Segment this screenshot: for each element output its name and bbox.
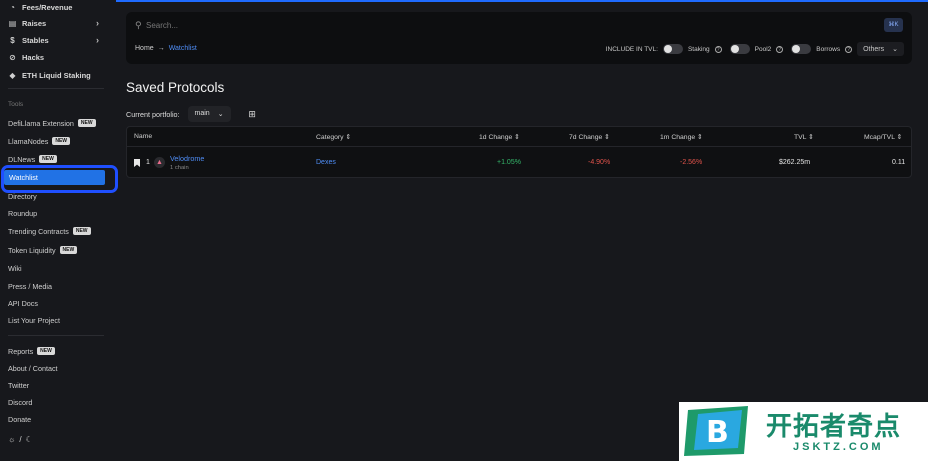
sidebar-item-llamanodes[interactable]: LlamaNodes NEW — [8, 135, 71, 147]
portfolio-row: Current portfolio: main ⌄ ⊞ — [126, 106, 260, 122]
sidebar-item-twitter[interactable]: Twitter — [8, 379, 29, 391]
theme-toggle[interactable]: ☼ / ☾ — [8, 433, 33, 445]
breadcrumb-current: Watchlist — [168, 45, 197, 52]
new-badge: NEW — [37, 347, 55, 355]
column-header-tvl[interactable]: TVL ⇕ — [794, 133, 814, 141]
protocol-logo-icon: ▲ — [154, 157, 165, 168]
chevron-right-icon: › — [96, 35, 99, 45]
tools-section-label: Tools — [8, 101, 24, 108]
new-badge: NEW — [52, 137, 71, 145]
table-row[interactable]: 1 ▲ Velodrome 1 chain Dexes +1.05% -4.90… — [127, 151, 911, 177]
change-1d: +1.05% — [497, 159, 521, 166]
new-badge: NEW — [39, 155, 57, 163]
new-badge: NEW — [77, 119, 96, 127]
sidebar-item-list-your-project[interactable]: List Your Project — [8, 314, 60, 326]
sidebar-item-eth-liquid-staking[interactable]: ◆ ETH Liquid Staking — [8, 69, 90, 81]
column-header-mcap-tvl[interactable]: Mcap/TVL ⇕ — [864, 133, 902, 141]
category-link[interactable]: Dexes — [316, 159, 336, 166]
sidebar-item-trending-contracts[interactable]: Trending Contracts NEW — [8, 225, 91, 237]
staking-toggle[interactable] — [662, 44, 683, 54]
column-header-category[interactable]: Category ⇕ — [316, 133, 351, 141]
sidebar-item-defillama-extension[interactable]: DefiLlama Extension NEW — [8, 117, 96, 129]
watchlist-highlight-ring — [1, 165, 118, 193]
bookmark-icon[interactable] — [134, 159, 140, 167]
raises-icon: ▤ — [8, 18, 17, 28]
search-icon: ⚲ — [135, 20, 142, 30]
breadcrumb-home[interactable]: Home — [135, 45, 154, 52]
sidebar-item-wiki[interactable]: Wiki — [8, 262, 22, 274]
borrows-toggle[interactable] — [791, 44, 812, 54]
column-header-1m-change[interactable]: 1m Change ⇕ — [660, 133, 703, 141]
row-rank: 1 — [146, 159, 150, 166]
help-icon[interactable]: ? — [714, 45, 722, 53]
divider — [8, 88, 104, 89]
moon-icon[interactable]: ☾ — [26, 435, 33, 444]
help-icon[interactable]: ? — [845, 45, 853, 53]
portfolio-select[interactable]: main ⌄ — [187, 106, 231, 122]
column-header-name[interactable]: Name — [134, 133, 152, 140]
add-folder-icon[interactable]: ⊞ — [245, 107, 260, 122]
search-input[interactable] — [146, 18, 846, 33]
shortcut-badge: ⌘K — [884, 18, 903, 32]
divider — [8, 335, 104, 336]
sidebar-item-token-liquidity[interactable]: Token Liquidity NEW — [8, 244, 78, 256]
sidebar-item-dlnews[interactable]: DLNews NEW — [8, 153, 57, 165]
new-badge: NEW — [59, 246, 78, 254]
sidebar-item-about-contact[interactable]: About / Contact — [8, 362, 58, 374]
tvl-settings: INCLUDE IN TVL: Staking ? Pool2 ? Borrow… — [606, 42, 904, 56]
page-title: Saved Protocols — [126, 80, 225, 95]
chevron-right-icon: › — [96, 18, 99, 28]
watermark-subtitle: JSKTZ.COM — [793, 441, 884, 453]
watermark-logo: B — [684, 406, 748, 456]
sidebar-item-donate[interactable]: Donate — [8, 413, 31, 425]
portfolio-label: Current portfolio: — [126, 109, 180, 119]
include-tvl-label: INCLUDE IN TVL: — [605, 45, 658, 53]
mcap-tvl-value: 0.11 — [892, 159, 906, 166]
sidebar-item-api-docs[interactable]: API Docs — [8, 297, 38, 309]
protocols-table: Name Category ⇕ 1d Change ⇕ 7d Change ⇕ … — [126, 126, 912, 178]
tvl-value: $262.25m — [779, 159, 811, 166]
eth-icon: ◆ — [9, 70, 16, 80]
sidebar-item-stables[interactable]: $ Stables › — [8, 34, 99, 46]
breadcrumb: Home → Watchlist — [135, 45, 197, 52]
sidebar-item-fees-revenue[interactable]: ◔ Fees/Revenue — [8, 1, 72, 13]
protocol-chains: 1 chain — [170, 165, 189, 171]
arrow-right-icon: → — [157, 45, 165, 52]
svg-text:B: B — [706, 415, 729, 450]
table-header: Name Category ⇕ 1d Change ⇕ 7d Change ⇕ … — [127, 127, 911, 147]
help-icon[interactable]: ? — [776, 45, 784, 53]
sun-icon[interactable]: ☼ — [8, 435, 15, 444]
column-header-1d-change[interactable]: 1d Change ⇕ — [479, 133, 520, 141]
top-accent-line — [0, 0, 928, 2]
hacks-icon: ⊘ — [9, 52, 16, 62]
protocol-name-link[interactable]: Velodrome — [170, 154, 204, 163]
sidebar-item-press-media[interactable]: Press / Media — [8, 280, 52, 292]
sidebar: ◔ Fees/Revenue ▤ Raises › $ Stables › ⊘ … — [0, 0, 118, 461]
sidebar-item-hacks[interactable]: ⊘ Hacks — [8, 51, 44, 63]
header-card: ⚲ ⌘K Home → Watchlist INCLUDE IN TVL: St… — [126, 12, 912, 64]
others-dropdown[interactable]: Others ⌄ — [857, 42, 904, 56]
sidebar-item-roundup[interactable]: Roundup — [8, 207, 37, 219]
dollar-icon: $ — [10, 35, 15, 45]
sidebar-item-directory[interactable]: Directory — [8, 190, 37, 202]
change-1m: -2.56% — [680, 159, 703, 166]
sidebar-item-discord[interactable]: Discord — [8, 396, 32, 408]
change-7d: -4.90% — [588, 159, 611, 166]
search-bar: ⚲ ⌘K — [126, 12, 912, 39]
pool2-toggle[interactable] — [729, 44, 750, 54]
chevron-down-icon: ⌄ — [892, 46, 898, 53]
chevron-down-icon: ⌄ — [217, 111, 224, 118]
column-header-7d-change[interactable]: 7d Change ⇕ — [569, 133, 610, 141]
sidebar-item-reports[interactable]: Reports NEW — [8, 345, 55, 357]
watermark-title: 开拓者奇点 — [766, 412, 902, 442]
sidebar-item-raises[interactable]: ▤ Raises › — [8, 17, 99, 29]
new-badge: NEW — [72, 227, 91, 235]
fees-icon: ◔ — [10, 2, 15, 12]
